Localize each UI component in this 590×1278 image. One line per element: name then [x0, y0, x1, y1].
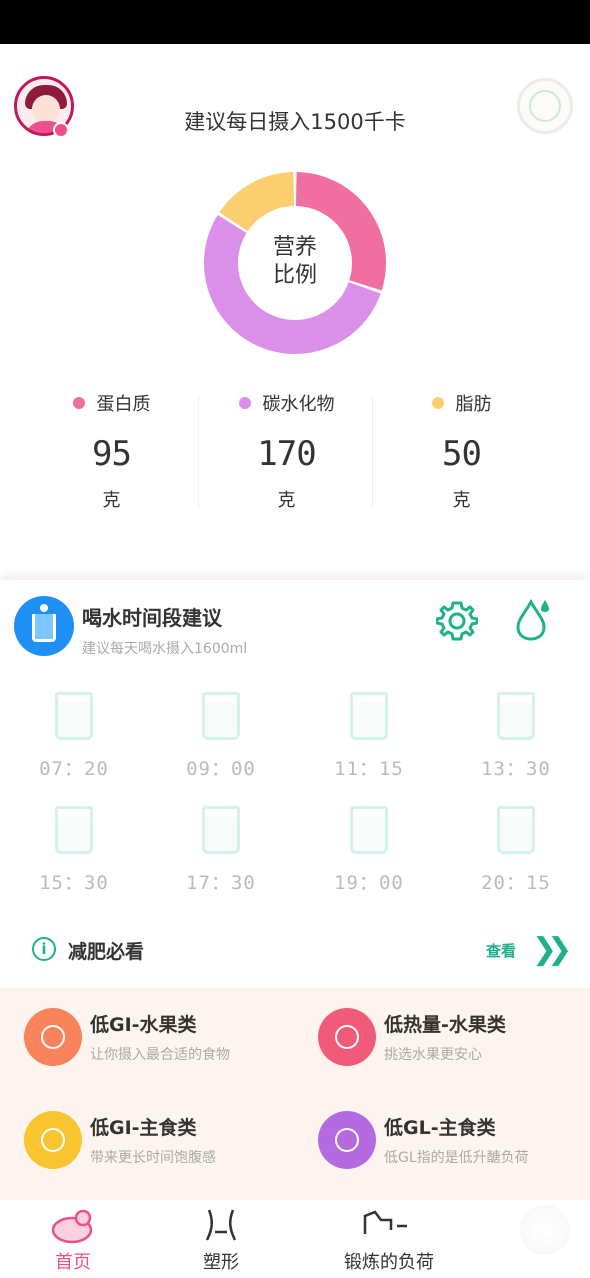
donut-slice-2	[219, 172, 295, 232]
protein-label: 蛋白质	[96, 394, 151, 415]
water-time: 19：00	[334, 872, 404, 894]
empty-cup-icon	[350, 806, 388, 854]
water-slot[interactable]: 19：00	[309, 806, 429, 895]
rice-bowl-icon	[24, 1111, 82, 1169]
macro-carbs: 碳水化物 170 克	[199, 390, 374, 512]
gear-icon[interactable]	[436, 600, 478, 642]
empty-cup-icon	[55, 692, 93, 740]
macro-fat: 脂肪 50 克	[374, 390, 549, 512]
water-schedule-section: 喝水时间段建议 建议每天喝水摄入1600ml 07：20 09：00 11：15…	[0, 580, 590, 910]
water-slot[interactable]: 15：30	[14, 806, 134, 895]
carbs-label: 碳水化物	[262, 394, 335, 415]
floating-overlay	[520, 1205, 570, 1255]
salad-icon	[318, 1111, 376, 1169]
donut-center-line2: 比例	[272, 263, 317, 288]
divider	[372, 396, 373, 508]
card-low-gl-staple[interactable]: 低GL-主食类 低GL指的是低升醣负荷	[318, 1111, 590, 1201]
donut-center-label: 营养 比例	[255, 234, 335, 290]
info-icon: i	[32, 937, 56, 961]
water-slot[interactable]: 20：15	[456, 806, 576, 895]
must-read-title: 减肥必看	[68, 941, 145, 963]
water-time: 17：30	[186, 872, 256, 894]
fat-label: 脂肪	[455, 394, 492, 415]
water-slot[interactable]: 09：00	[161, 692, 281, 781]
card-title: 低GI-水果类	[90, 1014, 197, 1036]
water-glass-icon	[14, 596, 74, 656]
card-subtitle: 低GL指的是低升醣负荷	[384, 1150, 529, 1166]
exercise-icon	[363, 1210, 407, 1234]
protein-legend-dot	[72, 397, 85, 409]
food-guide-cards: 低GI-水果类 让你摄入最合适的食物 低热量-水果类 挑选水果更安心 低GI-主…	[0, 988, 590, 1200]
water-time: 11：15	[334, 758, 404, 780]
water-section-subtitle: 建议每天喝水摄入1600ml	[82, 641, 248, 657]
water-time: 15：30	[39, 872, 109, 894]
tab-label: 锻炼的负荷	[344, 1252, 434, 1273]
card-subtitle: 挑选水果更安心	[384, 1047, 482, 1063]
tab-exercise[interactable]: 锻炼的负荷	[334, 1206, 444, 1274]
empty-cup-icon	[497, 806, 535, 854]
macro-protein: 蛋白质 95 克	[24, 390, 199, 512]
empty-cup-icon	[202, 806, 240, 854]
water-time: 07：20	[39, 758, 109, 780]
card-title: 低GL-主食类	[384, 1117, 496, 1139]
water-drop-icon[interactable]	[512, 598, 554, 642]
double-chevron-right-icon[interactable]: ❯❯	[532, 932, 572, 967]
fat-value: 50	[442, 434, 482, 474]
protein-value: 95	[92, 434, 132, 474]
empty-cup-icon	[55, 806, 93, 854]
empty-cup-icon	[497, 692, 535, 740]
water-time: 09：00	[186, 758, 256, 780]
home-icon	[51, 1209, 93, 1244]
card-subtitle: 带来更长时间饱腹感	[90, 1150, 216, 1166]
card-title: 低热量-水果类	[384, 1014, 506, 1036]
waist-icon	[205, 1209, 237, 1241]
protein-unit: 克	[102, 490, 121, 511]
water-section-title: 喝水时间段建议	[82, 606, 222, 630]
card-title: 低GI-主食类	[90, 1117, 197, 1139]
water-slot[interactable]: 07：20	[14, 692, 134, 781]
card-low-gi-staple[interactable]: 低GI-主食类 带来更长时间饱腹感	[24, 1111, 304, 1201]
carbs-legend-dot	[238, 397, 251, 409]
water-slot[interactable]: 17：30	[161, 806, 281, 895]
water-slot[interactable]: 13：30	[456, 692, 576, 781]
card-low-calorie-fruit[interactable]: 低热量-水果类 挑选水果更安心	[318, 1008, 590, 1098]
tab-shaping[interactable]: 塑形	[166, 1206, 276, 1274]
donut-center-line1: 营养	[272, 235, 317, 260]
empty-cup-icon	[350, 692, 388, 740]
empty-cup-icon	[202, 692, 240, 740]
carbs-value: 170	[257, 434, 316, 474]
tab-label: 塑形	[203, 1252, 239, 1273]
fat-legend-dot	[431, 397, 444, 409]
card-low-gi-fruit[interactable]: 低GI-水果类 让你摄入最合适的食物	[24, 1008, 304, 1098]
bottom-tab-bar: 首页 塑形 锻炼的负荷	[0, 1200, 590, 1278]
fat-unit: 克	[452, 490, 471, 511]
card-subtitle: 让你摄入最合适的食物	[90, 1047, 230, 1063]
tab-home[interactable]: 首页	[18, 1206, 128, 1274]
carbs-unit: 克	[277, 490, 296, 511]
daily-calorie-recommendation: 建议每日摄入1500千卡	[184, 110, 406, 134]
fruit-icon	[24, 1008, 82, 1066]
water-slot[interactable]: 11：15	[309, 692, 429, 781]
view-more-link[interactable]: 查看	[486, 940, 516, 961]
nutrition-summary: 建议每日摄入1500千卡 营养 比例 蛋白质 95 克 碳水化物 170 克 脂…	[0, 44, 590, 580]
must-read-header: i 减肥必看 查看 ❯❯	[0, 910, 590, 988]
tab-label: 首页	[55, 1252, 91, 1273]
water-time: 20：15	[481, 872, 551, 894]
water-time: 13：30	[481, 758, 551, 780]
apple-icon	[318, 1008, 376, 1066]
status-bar	[0, 0, 590, 44]
